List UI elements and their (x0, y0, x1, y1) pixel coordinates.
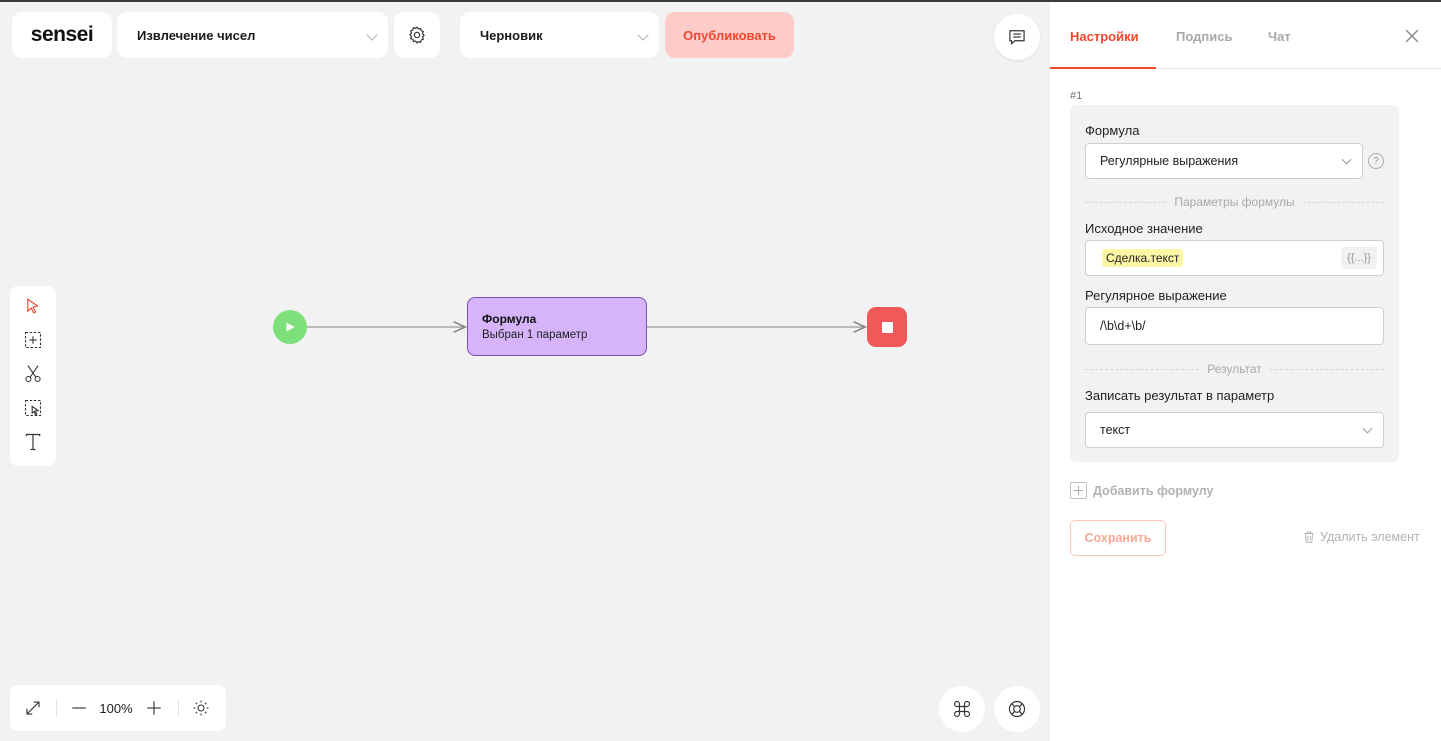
zoom-level: 100% (98, 685, 134, 731)
result-param-value: текст (1100, 423, 1131, 437)
theme-toggle-button[interactable] (190, 685, 212, 731)
result-divider-label: Результат (1207, 362, 1262, 376)
regex-label: Регулярное выражение (1085, 288, 1227, 303)
formula-index: #1 (1070, 90, 1083, 102)
help-icon[interactable]: ? (1368, 153, 1384, 169)
formula-type-value: Регулярные выражения (1100, 154, 1239, 168)
result-divider: Результат (1085, 362, 1385, 376)
separator (178, 699, 179, 717)
plus-icon (147, 701, 161, 715)
formula-block: Формула Регулярные выражения ? Параметры… (1070, 105, 1399, 462)
tab-caption[interactable]: Подпись (1176, 29, 1232, 44)
minus-icon (72, 707, 86, 709)
tab-settings[interactable]: Настройки (1070, 29, 1139, 44)
regex-input[interactable]: /\b\d+\b/ (1085, 307, 1384, 345)
zoom-controls: 100% (10, 685, 226, 731)
delete-element-button[interactable]: Удалить элемент (1302, 530, 1420, 544)
help-button[interactable] (994, 686, 1040, 732)
sun-icon (193, 700, 209, 716)
zoom-in-button[interactable] (143, 685, 165, 731)
params-divider-label: Параметры формулы (1174, 195, 1295, 209)
active-tab-indicator (1050, 67, 1156, 69)
node-title: Формула (482, 312, 537, 326)
add-formula-label: Добавить формулу (1093, 483, 1214, 498)
write-result-label: Записать результат в параметр (1085, 388, 1275, 403)
formula-node[interactable]: Формула Выбран 1 параметр (467, 297, 647, 356)
zoom-out-button[interactable] (68, 685, 90, 731)
save-button[interactable]: Сохранить (1070, 520, 1166, 556)
plus-icon (1070, 482, 1087, 499)
add-formula-button[interactable]: Добавить формулу (1070, 482, 1214, 499)
source-label: Исходное значение (1085, 221, 1203, 236)
chevron-down-icon (1341, 154, 1352, 165)
play-icon (286, 322, 295, 332)
tab-chat[interactable]: Чат (1268, 29, 1291, 44)
params-divider: Параметры формулы (1085, 195, 1384, 209)
stop-icon (881, 321, 893, 333)
formula-label: Формула (1085, 123, 1140, 138)
expand-icon (26, 701, 40, 715)
chevron-down-icon (1362, 423, 1373, 434)
node-subtitle: Выбран 1 параметр (482, 329, 588, 341)
close-icon[interactable] (1403, 27, 1421, 45)
command-icon (953, 700, 971, 718)
shortcuts-button[interactable] (939, 686, 985, 732)
lifebuoy-icon (1008, 700, 1026, 718)
insert-variable-button[interactable]: {{...}} (1341, 247, 1377, 269)
formula-type-select[interactable]: Регулярные выражения (1085, 143, 1363, 179)
separator (56, 699, 57, 717)
properties-panel: Настройки Подпись Чат #1 Формула Регуляр… (1050, 2, 1441, 741)
source-field[interactable]: Сделка.текст {{...}} (1085, 240, 1384, 276)
result-param-select[interactable]: текст (1085, 412, 1384, 448)
trash-icon (1304, 531, 1314, 543)
flow-edges (307, 2, 1050, 741)
delete-label: Удалить элемент (1320, 530, 1420, 544)
stop-node[interactable] (867, 307, 907, 347)
panel-tabs: Настройки Подпись Чат (1050, 2, 1441, 69)
zoom-value: 100% (99, 700, 133, 716)
flow-canvas[interactable]: sensei Извлечение чисел Черновик Опублик… (0, 2, 1050, 741)
start-node[interactable] (273, 310, 307, 344)
fit-view-button[interactable] (22, 685, 44, 731)
variable-tag[interactable]: Сделка.текст (1102, 249, 1184, 267)
